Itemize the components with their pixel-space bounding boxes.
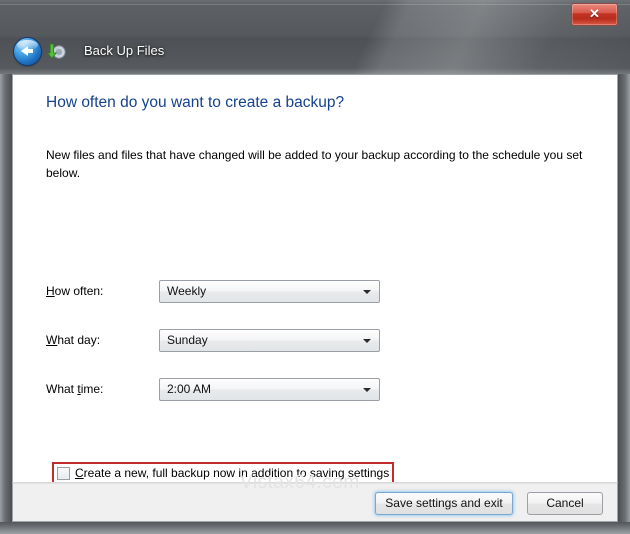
page-title: How often do you want to create a backup… [46,94,344,112]
window-title: Back Up Files [84,43,164,58]
dropdown-how-often[interactable]: Weekly [159,280,380,303]
save-settings-and-exit-button[interactable]: Save settings and exit [375,492,513,515]
form-row-what-time: What time: 2:00 AM [46,378,446,402]
label-how-often: How often: [46,284,103,298]
chevron-down-icon [363,339,371,343]
title-bar-highlight [0,4,630,5]
window-border-right [618,0,630,534]
backup-wizard-window: ✕ Back Up Files How often do you want to… [0,0,630,534]
close-icon: ✕ [572,4,617,25]
dialog-footer: Save settings and exit Cancel [12,482,618,522]
form-row-what-day: What day: Sunday [46,329,446,353]
dropdown-what-time-value: 2:00 AM [167,382,211,396]
footer-divider [13,483,617,484]
window-border-left [0,0,12,534]
label-what-time: What time: [46,382,103,396]
label-what-day: What day: [46,333,100,347]
chevron-down-icon [363,388,371,392]
cancel-button[interactable]: Cancel [527,492,603,515]
close-button[interactable]: ✕ [571,3,618,26]
chevron-down-icon [363,290,371,294]
window-border-bottom [0,522,630,534]
back-arrow-stem [27,49,33,53]
checkbox-create-full-backup[interactable] [57,467,70,480]
dropdown-what-time[interactable]: 2:00 AM [159,378,380,401]
dropdown-how-often-value: Weekly [167,284,206,298]
back-button[interactable] [14,38,41,65]
dropdown-what-day-value: Sunday [167,333,208,347]
dropdown-what-day[interactable]: Sunday [159,329,380,352]
form-row-how-often: How often: Weekly [46,280,446,304]
title-bar: ✕ Back Up Files [0,0,630,74]
backup-files-icon [46,42,66,61]
page-description: New files and files that have changed wi… [46,146,586,182]
checkbox-label-create-full-backup[interactable]: Create a new, full backup now in additio… [75,466,389,480]
wizard-content-area: How often do you want to create a backup… [12,74,618,522]
